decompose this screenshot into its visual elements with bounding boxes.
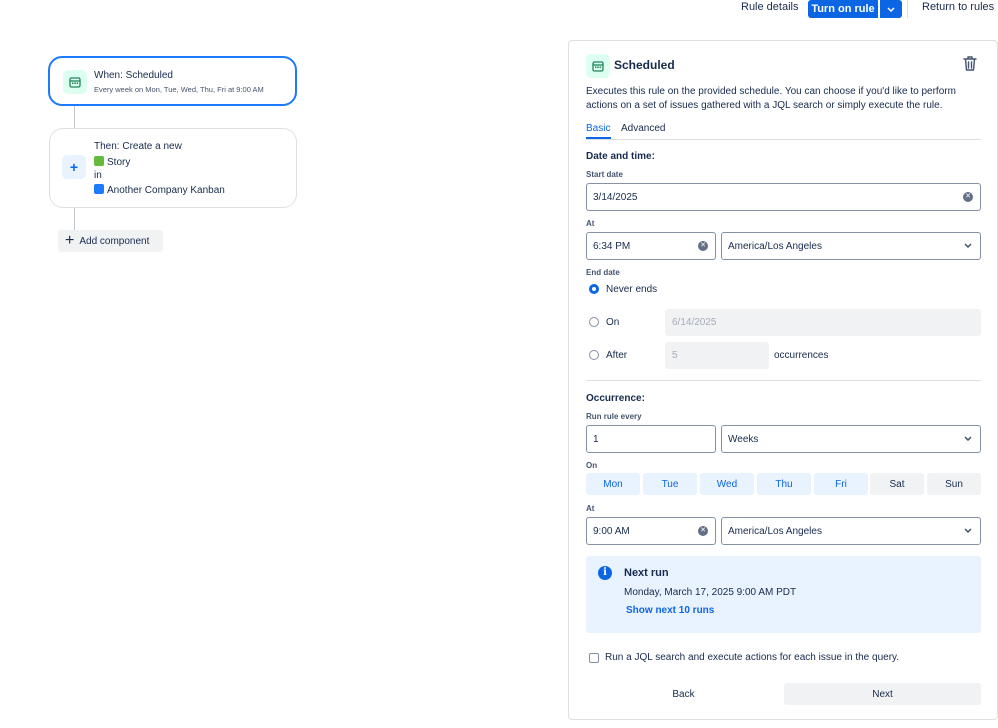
add-component-button[interactable]: + Add component xyxy=(58,230,163,252)
radio-after[interactable] xyxy=(589,350,599,360)
start-date-value: 3/14/2025 xyxy=(593,191,638,203)
project-label: Another Company Kanban xyxy=(107,185,225,196)
date-time-heading: Date and time: xyxy=(586,151,655,162)
tab-advanced[interactable]: Advanced xyxy=(621,123,665,134)
rule-details-button[interactable]: Rule details xyxy=(741,1,798,13)
start-time-field[interactable]: 6:34 PM ✕ xyxy=(586,232,716,260)
project-icon xyxy=(94,184,104,194)
chevron-down-icon xyxy=(964,528,972,533)
tab-basic[interactable]: Basic xyxy=(586,123,610,134)
action-issue-type: Story xyxy=(94,156,130,168)
trigger-title: When: Scheduled xyxy=(94,70,173,81)
on-days-label: On xyxy=(586,461,598,470)
end-date-label: End date xyxy=(586,268,620,277)
tab-selected-indicator xyxy=(586,137,611,139)
run-every-label: Run rule every xyxy=(586,412,642,421)
toolbar-divider xyxy=(907,0,908,18)
day-sat[interactable]: Sat xyxy=(870,473,924,495)
clear-icon[interactable]: ✕ xyxy=(963,192,973,202)
end-date-input[interactable]: 6/14/2025 xyxy=(665,309,981,336)
run-time-field[interactable]: 9:00 AM ✕ xyxy=(586,517,716,545)
back-button[interactable]: Back xyxy=(586,683,781,705)
panel-description: Executes this rule on the provided sched… xyxy=(586,86,956,111)
occurrence-at-label: At xyxy=(586,504,595,513)
plus-icon: + xyxy=(62,155,86,179)
occurrences-placeholder: 5 xyxy=(672,350,678,361)
day-wed[interactable]: Wed xyxy=(700,473,754,495)
tab-divider xyxy=(586,139,981,140)
day-fri[interactable]: Fri xyxy=(814,473,868,495)
trigger-node[interactable]: When: Scheduled Every week on Mon, Tue, … xyxy=(48,56,297,106)
timezone-value: America/Los Angeles xyxy=(728,240,822,252)
action-project: Another Company Kanban xyxy=(94,184,225,196)
start-date-label: Start date xyxy=(586,170,623,179)
chevron-down-icon xyxy=(964,436,972,441)
jql-checkbox-label: Run a JQL search and execute actions for… xyxy=(605,652,900,663)
run-every-input[interactable]: 1 xyxy=(586,425,716,453)
return-to-rules-button[interactable]: Return to rules xyxy=(922,1,994,13)
end-date-placeholder: 6/14/2025 xyxy=(672,317,717,328)
jql-checkbox[interactable] xyxy=(589,653,599,663)
plus-icon: + xyxy=(65,232,75,249)
unit-select[interactable]: Weeks xyxy=(721,425,981,453)
info-icon: i xyxy=(598,566,612,580)
radio-on[interactable] xyxy=(589,317,599,327)
unit-value: Weeks xyxy=(728,433,759,445)
on-label: On xyxy=(606,317,620,328)
run-every-value: 1 xyxy=(593,433,599,445)
occurrence-heading: Occurrence: xyxy=(586,393,645,404)
run-time-value: 9:00 AM xyxy=(593,525,630,537)
action-title: Then: Create a new xyxy=(94,141,182,152)
occurrences-label: occurrences xyxy=(774,350,829,361)
story-icon xyxy=(94,156,104,166)
action-in-label: in xyxy=(94,170,102,181)
turn-on-rule-button[interactable]: Turn on rule xyxy=(808,0,878,18)
issue-type-label: Story xyxy=(107,157,131,168)
at-label: At xyxy=(586,219,595,228)
start-date-field[interactable]: 3/14/2025 ✕ xyxy=(586,183,981,211)
clear-icon[interactable]: ✕ xyxy=(698,526,708,536)
day-tue[interactable]: Tue xyxy=(643,473,697,495)
connector-line xyxy=(74,106,75,128)
day-thu[interactable]: Thu xyxy=(757,473,811,495)
never-ends-label: Never ends xyxy=(606,284,658,295)
start-time-value: 6:34 PM xyxy=(593,240,631,252)
after-label: After xyxy=(606,350,628,361)
section-divider xyxy=(586,380,981,381)
calendar-icon xyxy=(63,70,87,94)
clear-icon[interactable]: ✕ xyxy=(698,241,708,251)
run-timezone-value: America/Los Angeles xyxy=(728,525,822,537)
day-mon[interactable]: Mon xyxy=(586,473,640,495)
turn-on-dropdown-button[interactable] xyxy=(880,0,902,18)
trigger-subtitle: Every week on Mon, Tue, Wed, Thu, Fri at… xyxy=(94,85,264,94)
run-timezone-select[interactable]: America/Los Angeles xyxy=(721,517,981,545)
panel-title: Scheduled xyxy=(614,58,675,72)
next-button[interactable]: Next xyxy=(784,683,981,705)
action-node[interactable]: + Then: Create a new Story in Another Co… xyxy=(49,128,297,208)
config-panel: Scheduled Executes this rule on the prov… xyxy=(568,40,998,720)
day-sun[interactable]: Sun xyxy=(927,473,981,495)
next-run-title: Next run xyxy=(624,567,669,579)
timezone-select[interactable]: America/Los Angeles xyxy=(721,232,981,260)
show-next-runs-link[interactable]: Show next 10 runs xyxy=(626,605,714,616)
chevron-down-icon xyxy=(964,243,972,248)
next-run-value: Monday, March 17, 2025 9:00 AM PDT xyxy=(624,587,797,598)
occurrences-input[interactable]: 5 xyxy=(665,342,769,369)
connector-line xyxy=(74,208,75,230)
radio-never-ends[interactable] xyxy=(589,284,599,294)
next-run-box: i Next run Monday, March 17, 2025 9:00 A… xyxy=(586,556,981,633)
trash-icon[interactable] xyxy=(962,55,978,75)
add-component-label: Add component xyxy=(79,235,150,247)
chevron-down-icon xyxy=(887,6,895,12)
calendar-icon xyxy=(586,54,610,78)
